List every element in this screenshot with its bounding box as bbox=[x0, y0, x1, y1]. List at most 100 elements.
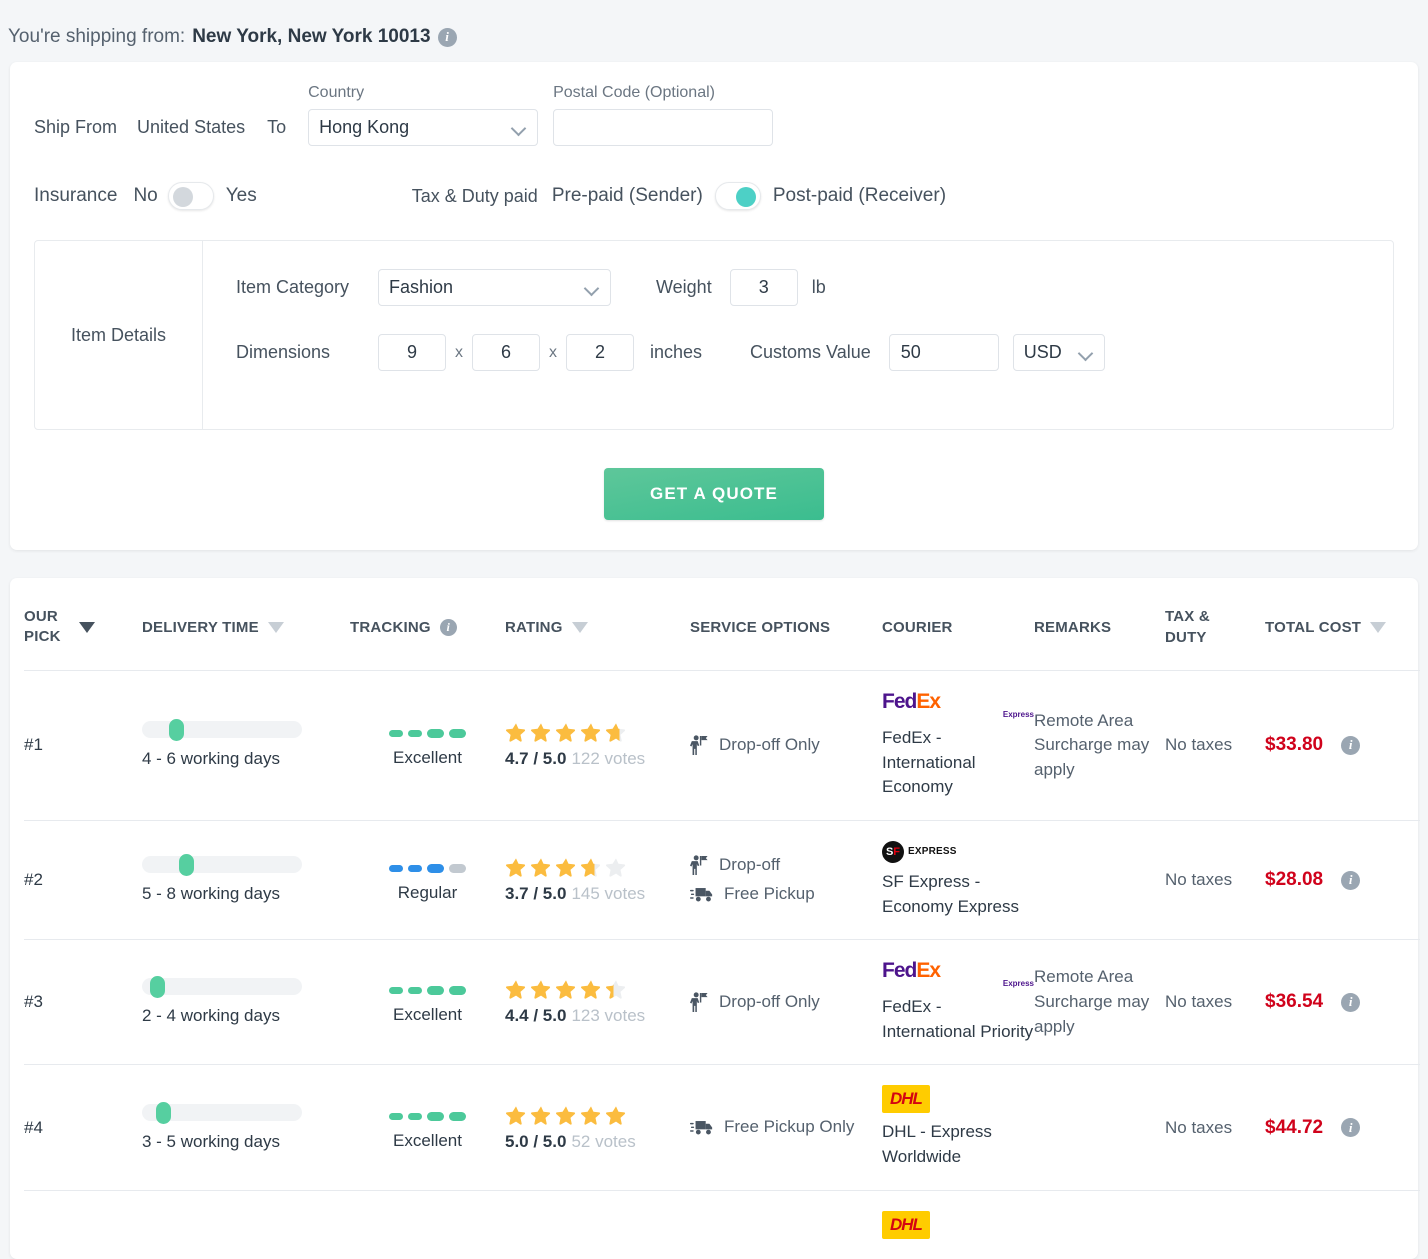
total-cost-value: $44.72 bbox=[1265, 1116, 1324, 1138]
cell-courier: DHL bbox=[882, 1190, 1034, 1259]
country-select[interactable]: Hong Kong bbox=[308, 109, 539, 146]
table-row[interactable]: #3 2 - 4 working days Excellent 4.4 / 5.… bbox=[24, 939, 1420, 1066]
dimension-length-input[interactable] bbox=[378, 334, 446, 371]
total-cost-value: $33.80 bbox=[1265, 734, 1324, 756]
customs-value-input[interactable] bbox=[888, 334, 999, 371]
dimension-height-input[interactable] bbox=[566, 334, 634, 371]
info-icon[interactable]: i bbox=[437, 27, 457, 47]
cell-courier: S F EXPRESS SF Express - Economy Express bbox=[882, 820, 1034, 941]
tracking-quality-bars bbox=[389, 864, 466, 874]
info-icon[interactable]: i bbox=[1341, 1118, 1361, 1138]
table-row[interactable]: #1 4 - 6 working days Excellent 4.7 / 5.… bbox=[24, 670, 1420, 821]
insurance-toggle[interactable] bbox=[167, 182, 214, 210]
table-row[interactable]: DHL bbox=[24, 1190, 1420, 1259]
quote-form-card: Ship From United States To Country Hong … bbox=[10, 62, 1418, 550]
cell-tax-duty: No taxes bbox=[1165, 939, 1265, 1066]
delivery-time-slider-knob[interactable] bbox=[156, 1101, 172, 1124]
star-icon bbox=[555, 723, 576, 743]
cell-service-options bbox=[690, 1190, 882, 1259]
header-delivery-time[interactable]: DELIVERY TIME bbox=[142, 588, 350, 671]
header-total-cost[interactable]: TOTAL COST bbox=[1265, 588, 1420, 671]
sort-descending-icon[interactable] bbox=[267, 621, 284, 633]
currency-select[interactable]: USD bbox=[1012, 334, 1105, 371]
delivery-time-slider-knob[interactable] bbox=[150, 976, 165, 999]
info-icon[interactable]: i bbox=[1341, 992, 1361, 1012]
cell-rating: 4.4 / 5.0 123 votes bbox=[505, 939, 690, 1066]
cell-tracking: Excellent bbox=[350, 1064, 505, 1191]
tracking-bar bbox=[449, 1111, 466, 1121]
tracking-bar bbox=[408, 987, 422, 995]
customs-value-label: Customs Value bbox=[750, 342, 871, 362]
delivery-time-label: 5 - 8 working days bbox=[142, 884, 280, 904]
item-category-label: Item Category bbox=[236, 277, 350, 297]
delivery-time-slider-knob[interactable] bbox=[169, 719, 185, 742]
star-icon bbox=[555, 1106, 576, 1125]
info-icon[interactable]: i bbox=[1341, 870, 1361, 890]
courier-name: FedEx - International Priority bbox=[882, 997, 1034, 1041]
service-option: Drop-off bbox=[690, 854, 882, 877]
chevron-down-icon bbox=[512, 123, 527, 132]
rating-line: 3.7 / 5.0 145 votes bbox=[505, 884, 690, 904]
star-icon bbox=[605, 980, 626, 1000]
tracking-quality-label: Excellent bbox=[393, 1130, 462, 1150]
cell-total-cost: $44.72 i bbox=[1265, 1064, 1420, 1191]
service-option-label: Drop-off Only bbox=[719, 991, 820, 1011]
tax-duty-text: No taxes bbox=[1165, 992, 1233, 1012]
tracking-bar bbox=[389, 865, 403, 873]
get-a-quote-button[interactable]: GET A QUOTE bbox=[604, 468, 824, 520]
delivery-time-label: 4 - 6 working days bbox=[142, 749, 280, 769]
tax-duty-toggle[interactable] bbox=[714, 182, 761, 210]
delivery-time-slider[interactable] bbox=[142, 976, 302, 999]
country-label: Country bbox=[308, 84, 365, 101]
cell-courier: FedEx Express FedEx - International Prior… bbox=[882, 939, 1034, 1066]
cell-total-cost: $36.54 i bbox=[1265, 939, 1420, 1066]
tracking-bar bbox=[449, 864, 466, 874]
tracking-bar bbox=[427, 986, 444, 996]
postal-code-label: Postal Code (Optional) bbox=[553, 84, 715, 101]
country-select-value: Hong Kong bbox=[319, 117, 410, 137]
cell-our-pick: #1 bbox=[24, 670, 142, 821]
pickup-truck-icon bbox=[690, 1121, 713, 1135]
item-category-value: Fashion bbox=[389, 277, 454, 297]
table-row[interactable]: #4 3 - 5 working days Excellent 5.0 / 5.… bbox=[24, 1064, 1420, 1191]
fedex-logo: FedEx Express bbox=[882, 690, 1034, 719]
info-icon[interactable]: i bbox=[439, 618, 457, 636]
item-details-label: Item Details bbox=[35, 241, 203, 429]
header-courier-label: COURIER bbox=[882, 618, 953, 636]
country-field-group: Country Hong Kong bbox=[308, 84, 539, 146]
header-rating[interactable]: RATING bbox=[505, 588, 690, 671]
postal-code-input[interactable] bbox=[553, 109, 774, 146]
delivery-time-slider[interactable] bbox=[142, 1101, 302, 1124]
info-icon[interactable]: i bbox=[1341, 735, 1361, 755]
weight-label: Weight bbox=[656, 277, 712, 297]
item-category-select[interactable]: Fashion bbox=[378, 269, 611, 306]
dhl-logo: DHL bbox=[882, 1085, 930, 1114]
sf-express-logo: S F EXPRESS bbox=[882, 840, 1034, 863]
tax-duty-text: No taxes bbox=[1165, 870, 1233, 890]
tracking-quality-label: Excellent bbox=[393, 748, 462, 768]
tracking-bar bbox=[389, 1112, 403, 1120]
delivery-time-slider-knob[interactable] bbox=[178, 854, 194, 877]
rating-value: 3.7 / 5.0 bbox=[505, 884, 567, 904]
header-total-cost-label: TOTAL COST bbox=[1265, 618, 1362, 636]
courier-name: SF Express - Economy Express bbox=[882, 871, 1019, 916]
courier-name: DHL - Express Worldwide bbox=[882, 1122, 992, 1167]
header-tax-duty: TAX & DUTY bbox=[1165, 588, 1265, 671]
rank-label: #4 bbox=[24, 1117, 43, 1137]
weight-unit-label: lb bbox=[811, 277, 826, 297]
header-tracking-label: TRACKING bbox=[350, 618, 431, 636]
header-our-pick[interactable]: OUR PICK bbox=[24, 588, 142, 671]
header-courier: COURIER bbox=[882, 588, 1034, 671]
table-row[interactable]: #2 5 - 8 working days Regular 3.7 / 5.0 … bbox=[24, 820, 1420, 941]
dimension-width-input[interactable] bbox=[472, 334, 540, 371]
sort-descending-icon[interactable] bbox=[1370, 621, 1387, 633]
weight-input[interactable] bbox=[729, 269, 798, 306]
sort-descending-icon[interactable] bbox=[571, 621, 588, 633]
tax-duty-toggle-knob bbox=[735, 187, 756, 207]
rating-line: 4.4 / 5.0 123 votes bbox=[505, 1006, 690, 1026]
delivery-time-slider[interactable] bbox=[142, 719, 302, 742]
delivery-time-slider[interactable] bbox=[142, 854, 302, 877]
tracking-bar bbox=[449, 986, 466, 996]
star-icon bbox=[530, 858, 551, 877]
sort-descending-icon[interactable] bbox=[79, 621, 95, 633]
